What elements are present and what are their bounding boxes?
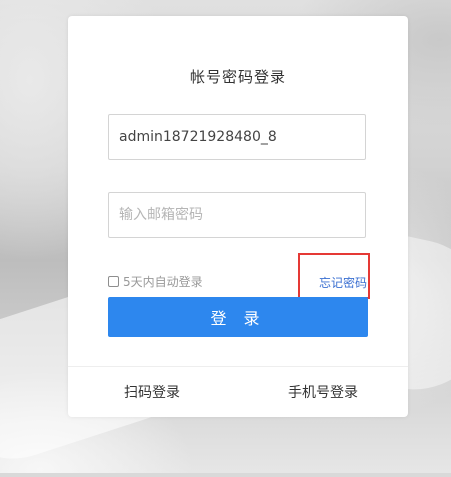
remember-me-label: 5天内自动登录: [123, 274, 203, 289]
remember-me-option[interactable]: 5天内自动登录: [108, 273, 203, 289]
divider: [68, 366, 408, 367]
login-title: 帐号密码登录: [189, 68, 286, 86]
phone-login-link[interactable]: 手机号登录: [288, 382, 358, 402]
login-button[interactable]: 登 录: [108, 297, 368, 337]
forgot-password-link[interactable]: 忘记密码: [319, 274, 367, 291]
password-input[interactable]: [108, 192, 366, 238]
qr-login-link[interactable]: 扫码登录: [124, 382, 180, 402]
login-card: 帐号密码登录 5天内自动登录 忘记密码 登 录 扫码登录 手机号登录: [68, 16, 408, 417]
remember-me-checkbox[interactable]: [108, 275, 119, 287]
account-input[interactable]: [108, 114, 366, 160]
